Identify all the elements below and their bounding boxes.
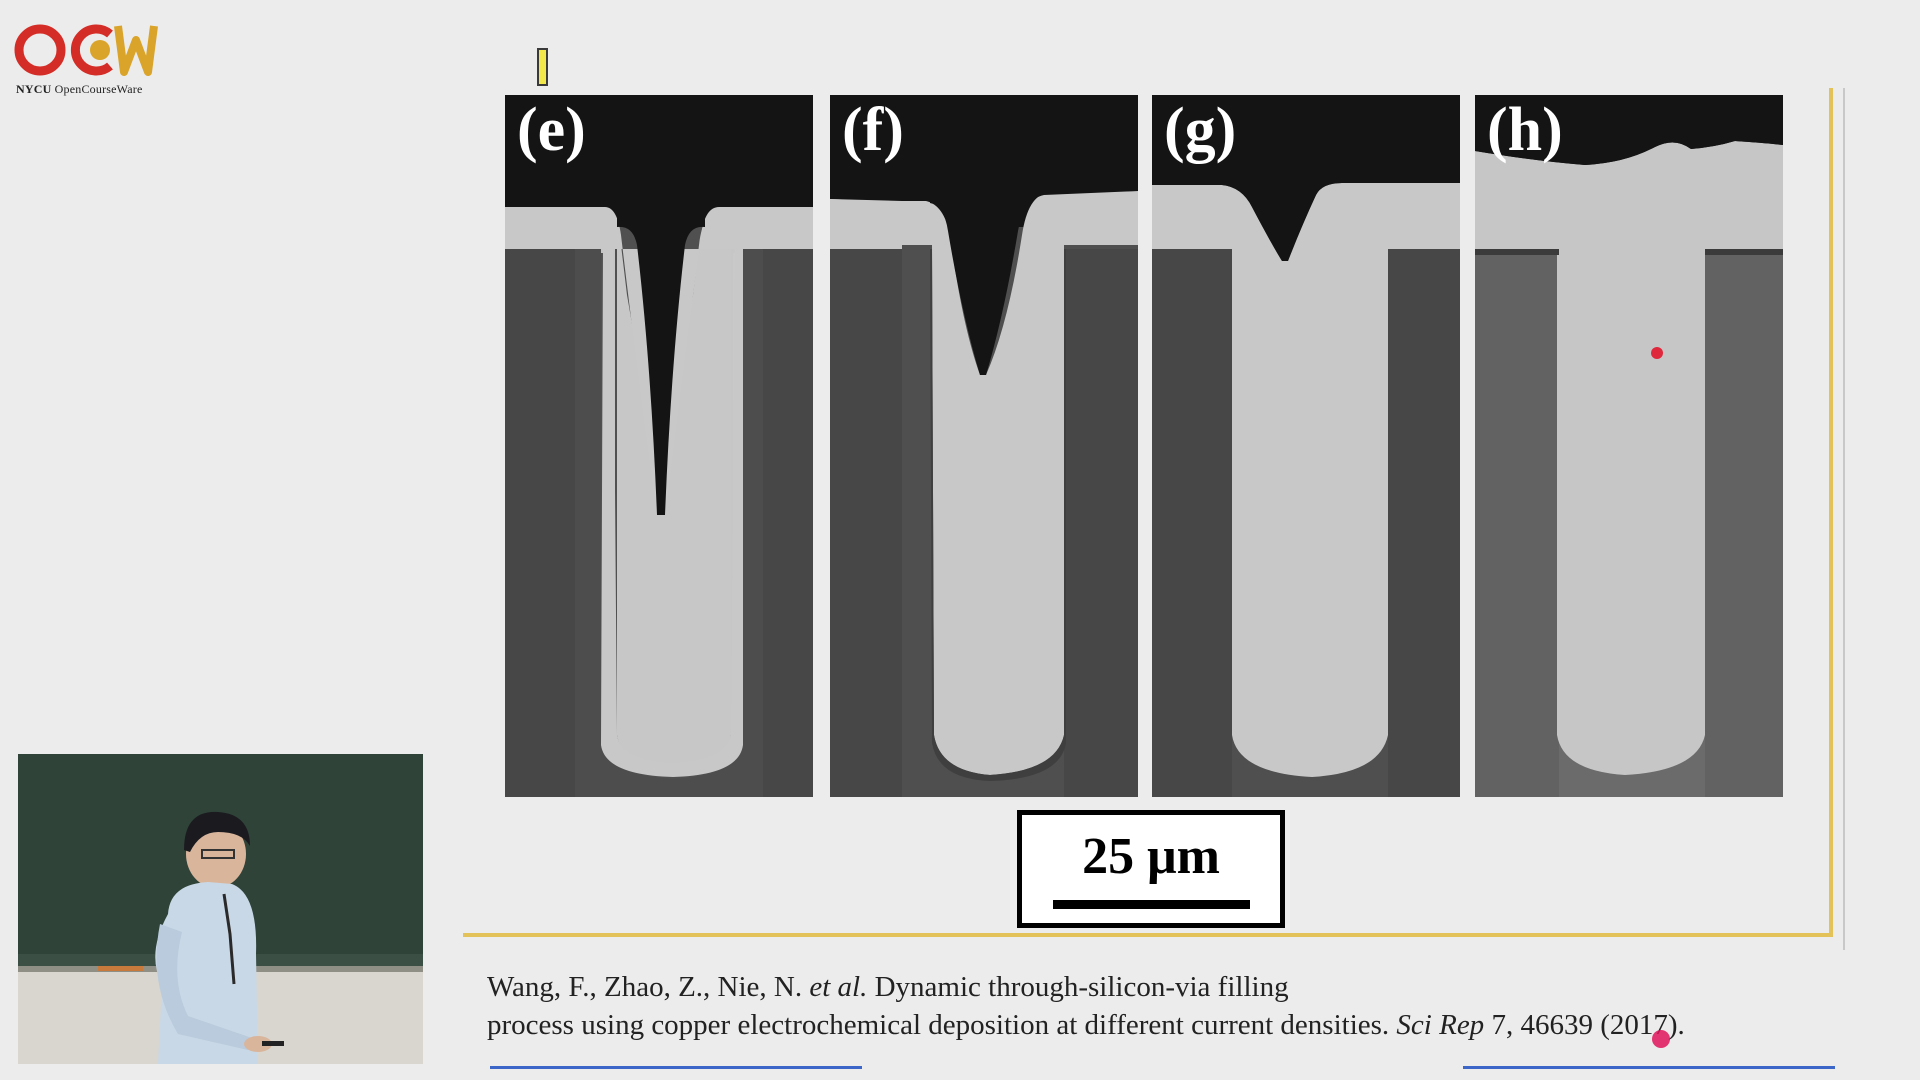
scale-bar-label: 25 μm (1082, 828, 1220, 885)
citation-link-underline-left[interactable] (490, 1066, 862, 1069)
sem-panel-f: (f) (830, 95, 1138, 797)
citation-title-1: Dynamic through-silicon-via filling (874, 971, 1289, 1003)
sem-panel-h: (h) (1475, 95, 1783, 797)
laser-pointer-dot-2 (1652, 1030, 1670, 1048)
sem-panel-e: (e) (505, 95, 813, 797)
scale-bar: 25 μm (1017, 810, 1285, 928)
sem-panel-g: (g) (1152, 95, 1460, 797)
lecture-screen: NYCU OpenCourseWare (e) (f) (g) (h) 25 μ… (0, 0, 1920, 1080)
citation-journal: Sci Rep (1396, 1009, 1485, 1041)
citation-link-underline-right[interactable] (1463, 1066, 1835, 1069)
citation-line-1: Wang, F., Zhao, Z., Nie, N. et al. Dynam… (487, 968, 1827, 1006)
speaker-video (18, 754, 423, 1064)
slide-marker (537, 48, 548, 86)
slide-frame-shadow (1843, 88, 1845, 950)
speaker-video-frame (18, 754, 423, 1064)
sem-image-e (505, 95, 813, 797)
citation: Wang, F., Zhao, Z., Nie, N. et al. Dynam… (487, 968, 1827, 1044)
logo-name: NYCU (16, 82, 52, 96)
panel-label-g: (g) (1164, 96, 1237, 164)
panel-label-h: (h) (1487, 96, 1563, 164)
citation-title-2: process using copper electrochemical dep… (487, 1009, 1390, 1041)
laser-pointer-dot (1651, 347, 1663, 359)
citation-authors: Wang, F., Zhao, Z., Nie, N. (487, 971, 803, 1003)
ocw-logo: NYCU OpenCourseWare (14, 18, 184, 102)
sem-image-h (1475, 95, 1783, 797)
sem-panel-strip: (e) (f) (g) (h) (505, 95, 1783, 797)
logo-subtitle: NYCU OpenCourseWare (16, 82, 142, 97)
scale-bar-line (1053, 900, 1250, 909)
ocw-logo-mark (14, 24, 158, 76)
panel-label-e: (e) (517, 96, 586, 164)
panel-label-f: (f) (842, 96, 904, 164)
slide-frame-bottom (463, 933, 1833, 937)
sem-image-g (1152, 95, 1460, 797)
sem-image-f (830, 95, 1138, 797)
citation-et-al: et al. (809, 971, 868, 1003)
logo-subtitle-text: OpenCourseWare (54, 82, 143, 96)
slide-frame-right (1829, 88, 1833, 936)
citation-line-2: process using copper electrochemical dep… (487, 1006, 1827, 1044)
